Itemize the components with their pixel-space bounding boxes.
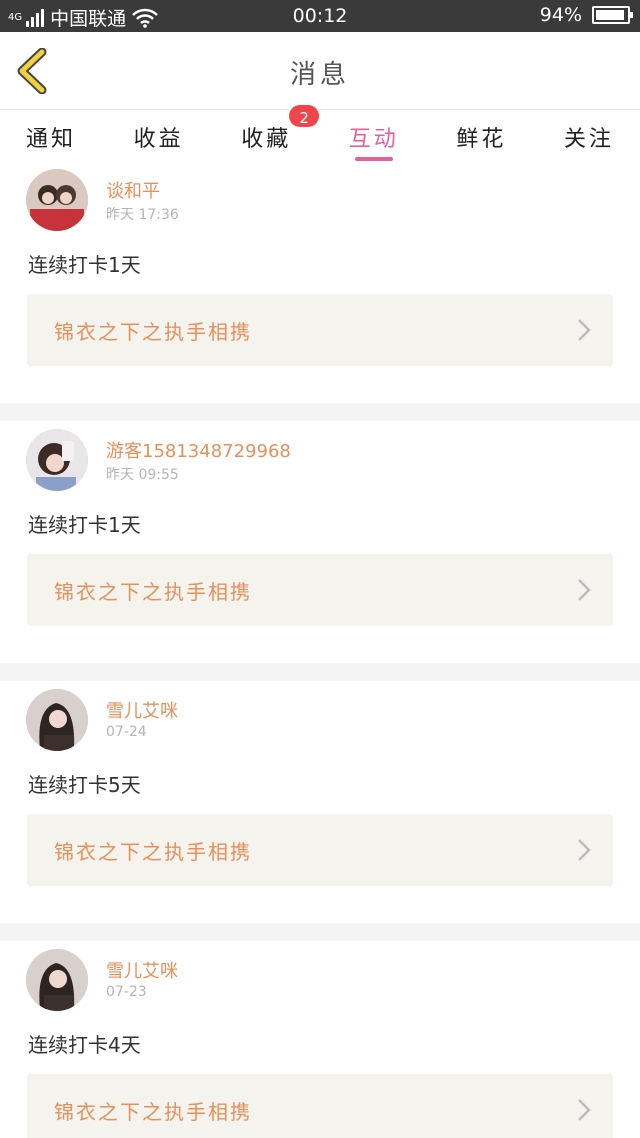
battery-icon <box>592 6 633 24</box>
timestamp: 昨天 17:36 <box>106 207 179 223</box>
book-title: 锦衣之下之执手相携 <box>54 1100 252 1124</box>
message-text: 连续打卡1天 <box>28 513 141 537</box>
status-bar: 4G 中国联通 00:12 94% <box>0 0 640 32</box>
username[interactable]: 雪儿艾咪 <box>106 697 178 723</box>
message-text: 连续打卡1天 <box>28 253 141 277</box>
timestamp: 07-23 <box>106 984 147 1000</box>
tab-label: 互动 <box>348 127 399 152</box>
avatar[interactable] <box>26 949 88 1011</box>
avatar[interactable] <box>26 169 88 231</box>
tab-bar: 通知 收益 收藏 2 互动 鲜花 关注 <box>0 103 640 161</box>
message-card: 谈和平 昨天 17:36 连续打卡1天 锦衣之下之执手相携 <box>0 161 640 403</box>
avatar[interactable] <box>26 429 88 491</box>
username[interactable]: 雪儿艾咪 <box>106 957 178 983</box>
tab-label: 收藏 <box>241 127 292 152</box>
message-text: 连续打卡5天 <box>28 773 141 797</box>
divider <box>0 663 640 681</box>
message-card: 雪儿艾咪 07-24 连续打卡5天 锦衣之下之执手相携 <box>0 681 640 923</box>
tab-earnings[interactable]: 收益 <box>134 111 184 161</box>
tab-interactions[interactable]: 互动 <box>349 111 399 161</box>
message-feed: 谈和平 昨天 17:36 连续打卡1天 锦衣之下之执手相携 游客15813487… <box>0 161 640 1138</box>
tab-notifications[interactable]: 通知 <box>26 111 76 161</box>
book-link[interactable]: 锦衣之下之执手相携 <box>27 294 613 366</box>
nav-header: 消息 <box>0 32 640 110</box>
tab-follows[interactable]: 关注 <box>564 111 614 161</box>
book-title: 锦衣之下之执手相携 <box>54 840 252 864</box>
book-link[interactable]: 锦衣之下之执手相携 <box>27 554 613 626</box>
battery-percent: 94% <box>539 4 582 26</box>
chevron-right-icon <box>578 1099 591 1121</box>
divider <box>0 923 640 941</box>
timestamp: 07-24 <box>106 724 147 740</box>
chevron-right-icon <box>578 319 591 341</box>
chevron-right-icon <box>578 839 591 861</box>
page-title: 消息 <box>289 60 350 90</box>
tab-flowers[interactable]: 鲜花 <box>456 111 506 161</box>
unread-badge: 2 <box>287 103 322 129</box>
status-right: 94% <box>539 4 633 26</box>
divider <box>0 403 640 421</box>
message-text: 连续打卡4天 <box>28 1033 141 1057</box>
tab-label: 收益 <box>133 127 184 152</box>
battery-fill <box>596 10 625 20</box>
tab-label: 关注 <box>563 127 614 152</box>
tab-label: 通知 <box>26 127 77 152</box>
message-card: 雪儿艾咪 07-23 连续打卡4天 锦衣之下之执手相携 <box>0 941 640 1138</box>
timestamp: 昨天 09:55 <box>106 467 179 483</box>
tab-label: 鲜花 <box>456 127 507 152</box>
book-title: 锦衣之下之执手相携 <box>54 320 252 344</box>
message-card: 游客1581348729968 昨天 09:55 连续打卡1天 锦衣之下之执手相… <box>0 421 640 663</box>
username[interactable]: 游客1581348729968 <box>106 437 291 463</box>
avatar[interactable] <box>26 689 88 751</box>
book-link[interactable]: 锦衣之下之执手相携 <box>27 814 613 886</box>
book-title: 锦衣之下之执手相携 <box>54 580 252 604</box>
book-link[interactable]: 锦衣之下之执手相携 <box>27 1074 613 1138</box>
tab-favorites[interactable]: 收藏 2 <box>241 103 322 161</box>
chevron-right-icon <box>578 579 591 601</box>
username[interactable]: 谈和平 <box>106 177 160 203</box>
